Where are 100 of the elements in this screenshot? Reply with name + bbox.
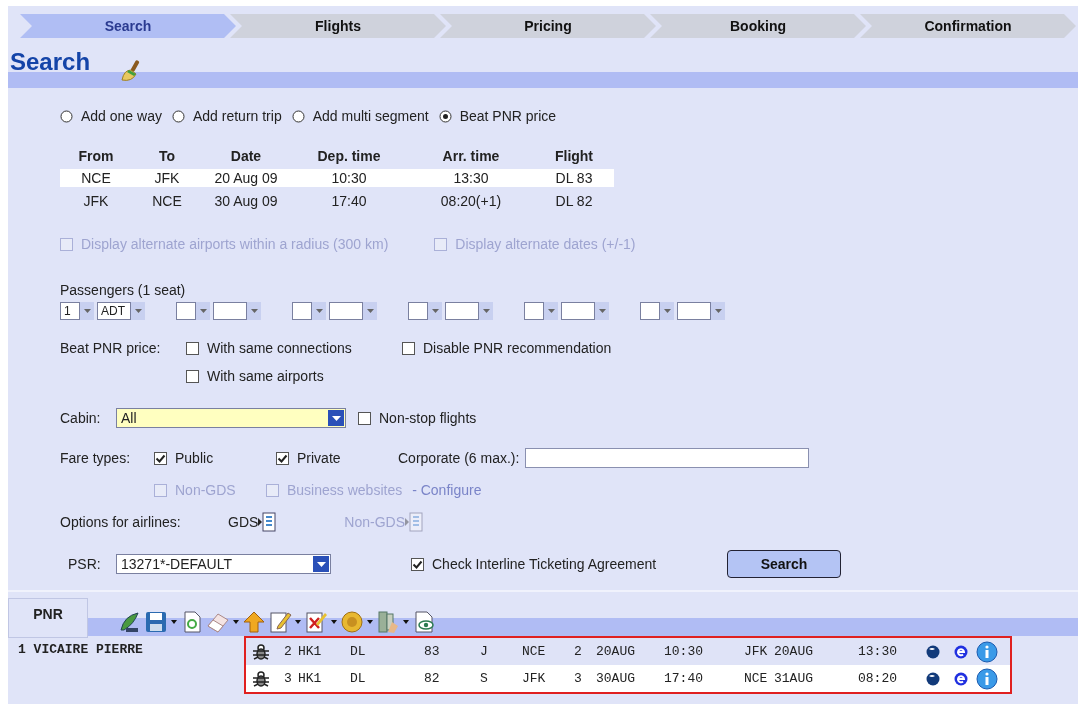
quill-icon[interactable] (118, 610, 142, 634)
checkbox-icon[interactable] (411, 557, 424, 571)
step-tab[interactable]: Confirmation (860, 14, 1076, 38)
passenger-count-select[interactable] (176, 302, 210, 320)
bug-icon[interactable] (252, 669, 270, 688)
up-arrow-icon[interactable] (242, 610, 266, 634)
segment-cell-text: 2 (574, 644, 583, 659)
step-tab[interactable]: Search (20, 14, 236, 38)
pnr-tab[interactable]: PNR (8, 598, 88, 638)
radio-icon[interactable] (171, 109, 185, 123)
table-cell-text: 10:30 (330, 170, 368, 186)
psr-label: PSR: (67, 556, 102, 572)
caret-icon (250, 309, 258, 313)
passenger-count-select[interactable]: 1 (60, 302, 94, 320)
table-cell-text: JFK (153, 170, 181, 186)
passenger-count-select[interactable] (408, 302, 442, 320)
radio-icon[interactable] (291, 109, 305, 123)
segment-cell-text: J (480, 644, 489, 659)
view-document-icon[interactable] (412, 610, 436, 634)
info-icon[interactable] (976, 640, 998, 663)
passenger-type-select[interactable] (561, 302, 609, 320)
checkbox-option[interactable]: Check Interline Ticketing Agreement (411, 556, 727, 572)
cancel-document-icon[interactable] (304, 610, 338, 634)
caret-icon (663, 309, 671, 313)
table-cell-text: 13:30 (452, 170, 490, 186)
airline-options-button[interactable]: GDS (228, 512, 277, 532)
list-icon[interactable] (258, 512, 277, 532)
radio-option[interactable]: Add one way (60, 108, 162, 124)
step-tab[interactable]: Booking (650, 14, 866, 38)
passenger-type-select[interactable]: ADT (97, 302, 145, 320)
e-icon[interactable] (954, 644, 968, 659)
radio-icon[interactable] (60, 109, 73, 123)
radio-icon[interactable] (438, 109, 452, 123)
passenger-count-select[interactable] (640, 302, 674, 320)
e-icon[interactable] (954, 671, 968, 686)
segment-cell-text: HK1 (298, 671, 323, 686)
table-cell-text: 08:20(+1) (439, 192, 503, 209)
radio-option[interactable]: Add return trip (171, 108, 282, 124)
corporate-field[interactable] (525, 448, 810, 468)
segment-cell-text: 10:30 (664, 644, 704, 659)
segment-cell-text: HK1 (298, 644, 323, 659)
radio-option[interactable]: Add multi segment (291, 108, 429, 124)
segment-cell-text: 30AUG (596, 671, 636, 686)
coin-icon[interactable] (340, 610, 374, 634)
checkbox-icon[interactable] (358, 411, 371, 425)
caret-icon (315, 309, 323, 313)
passenger-type-select[interactable] (329, 302, 377, 320)
segment-cell-text: DL (350, 644, 367, 659)
segment-cell-text: 20AUG (596, 644, 636, 659)
segment-cell-text: JFK (522, 671, 547, 686)
passenger-type-select[interactable] (677, 302, 725, 320)
column-header: From (77, 147, 115, 164)
column-header: Arr. time (441, 147, 501, 164)
radio-option[interactable]: Beat PNR price (438, 108, 557, 124)
segment-cell-text: JFK (744, 644, 769, 659)
table-cell-text: JFK (82, 192, 110, 209)
globe-icon[interactable] (926, 644, 940, 659)
passenger-count-select[interactable] (524, 302, 558, 320)
step-tab[interactable]: Pricing (440, 14, 656, 38)
save-icon[interactable] (144, 610, 178, 634)
beat-pnr-label: Beat PNR price: (60, 340, 162, 358)
column-header: Flight (553, 147, 595, 164)
segment-cell-text: S (480, 671, 489, 686)
globe-icon[interactable] (926, 671, 940, 686)
search-button[interactable]: Search (727, 550, 841, 578)
segment-row[interactable]: NCE JFK 20 Aug 09 10:30 13:30 DL 83 (60, 169, 614, 187)
checkbox-icon[interactable] (276, 451, 289, 465)
cabin-select[interactable]: All (116, 408, 346, 428)
caret-icon (331, 415, 341, 421)
caret-icon (134, 309, 142, 313)
step-tab[interactable]: Flights (230, 14, 446, 38)
passenger-type-select[interactable] (445, 302, 493, 320)
checkbox-option[interactable]: With same connections (186, 340, 402, 356)
segment-row[interactable]: 2 HK1 DL 83 J NCE 2 20AUG 10:30 JFK 20AUG 13:30 (246, 638, 1010, 665)
passenger-type-select[interactable] (213, 302, 261, 320)
checkbox-option[interactable]: Private (276, 450, 398, 466)
column-header: Date (229, 147, 263, 164)
segment-row[interactable]: JFK NCE 30 Aug 09 17:40 08:20(+1) DL 82 (60, 187, 617, 214)
segment-cell-text: 31AUG (774, 671, 814, 686)
segment-cell-text: NCE (744, 671, 769, 686)
checkbox-icon[interactable] (186, 341, 199, 355)
checkbox-option[interactable]: Non-stop flights (358, 410, 477, 426)
checkbox-icon[interactable] (186, 369, 199, 383)
checkbox-option[interactable]: With same airports (186, 368, 402, 384)
info-icon[interactable] (976, 667, 998, 690)
passenger-count-select[interactable] (292, 302, 326, 320)
table-cell-text: DL 82 (554, 192, 594, 209)
book-icon[interactable] (376, 610, 410, 634)
psr-select[interactable]: 13271*-DEFAULT (116, 554, 331, 574)
page-title: Search (10, 48, 91, 76)
bug-icon[interactable] (252, 642, 270, 661)
segment-cell-text: 82 (424, 671, 441, 686)
checkbox-option[interactable]: Public (154, 450, 276, 466)
caret-icon (83, 309, 91, 313)
checkbox-icon[interactable] (154, 451, 167, 465)
caret-icon (482, 309, 490, 313)
checkbox-icon[interactable] (402, 341, 415, 355)
table-cell-text: 20 Aug 09 (213, 170, 279, 186)
checkbox-option[interactable]: Disable PNR recommendation (402, 340, 612, 356)
edit-icon[interactable] (268, 610, 302, 634)
